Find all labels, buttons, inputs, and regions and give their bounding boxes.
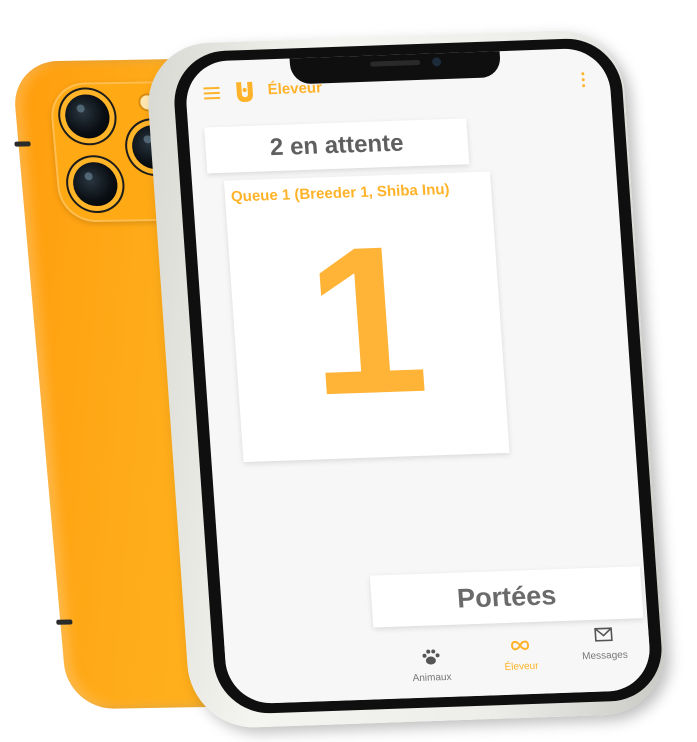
waiting-count-label: 2 en attente (269, 129, 405, 162)
nav-label-animaux: Animaux (412, 671, 452, 685)
litters-button[interactable]: Portées (369, 566, 644, 628)
phone-mockup: Éleveur 2 en attente Queue 1 (Breeder 1,… (0, 0, 697, 742)
hamburger-menu-icon[interactable] (203, 86, 221, 100)
nav-label-eleveur: Éleveur (504, 660, 539, 673)
speaker-icon (369, 59, 421, 67)
envelope-icon (594, 627, 613, 642)
queue-card[interactable]: Queue 1 (Breeder 1, Shiba Inu) 1 (223, 171, 510, 463)
front-camera-icon (431, 57, 442, 67)
camera-lens-icon (63, 94, 112, 139)
litters-label: Portées (456, 579, 558, 614)
more-options-icon[interactable] (581, 70, 586, 88)
nav-item-eleveur[interactable]: Éleveur (474, 635, 567, 676)
queue-title: Queue 1 (Breeder 1, Shiba Inu) (230, 180, 451, 206)
camera-lens-icon (71, 161, 120, 207)
waiting-count-card: 2 en attente (204, 118, 470, 174)
nav-item-messages[interactable]: Messages (558, 624, 651, 665)
paw-icon (422, 649, 440, 665)
infinity-icon (511, 640, 530, 651)
app-logo-icon (236, 81, 253, 103)
phone-screen: Éleveur 2 en attente Queue 1 (Breeder 1,… (183, 47, 653, 705)
antenna-band (14, 141, 31, 147)
nav-item-animaux[interactable]: Animaux (385, 646, 478, 687)
queue-current-number: 1 (300, 201, 434, 440)
antenna-band (56, 619, 73, 625)
nav-label-messages: Messages (581, 649, 629, 663)
